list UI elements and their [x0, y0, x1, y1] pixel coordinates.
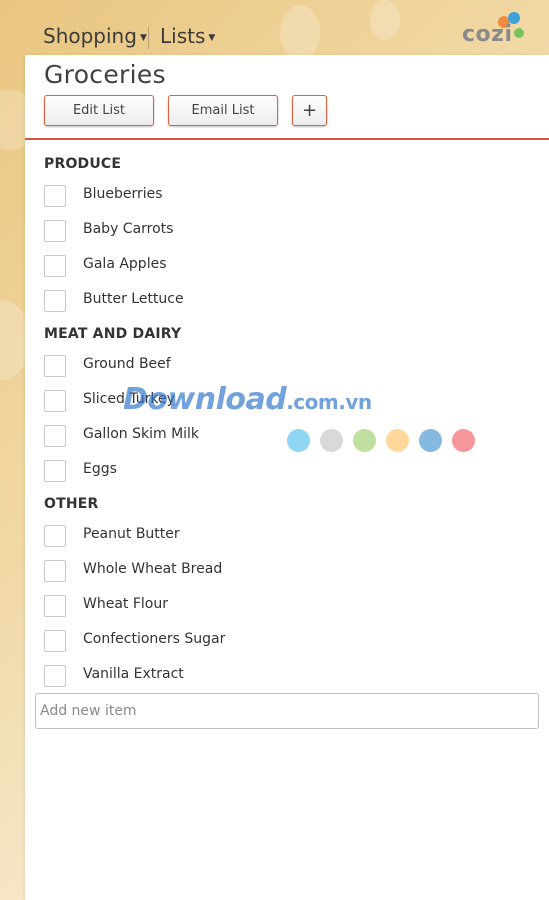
lists-menu[interactable]: Lists ▼ — [160, 24, 215, 48]
item-label: Sliced Turkey — [83, 391, 175, 407]
item-checkbox[interactable] — [44, 220, 66, 242]
add-item-input[interactable] — [35, 693, 539, 729]
item-checkbox[interactable] — [44, 255, 66, 277]
item-label: Eggs — [83, 461, 117, 477]
section-header-meat-and-dairy: MEAT AND DAIRY — [44, 326, 182, 342]
add-button[interactable]: + — [292, 95, 327, 126]
item-checkbox[interactable] — [44, 425, 66, 447]
list-item[interactable]: Wheat Flour — [44, 594, 168, 618]
logo-bubble-green — [514, 28, 524, 38]
item-checkbox[interactable] — [44, 355, 66, 377]
edit-list-button[interactable]: Edit List — [44, 95, 154, 126]
logo-text: cozi — [462, 22, 513, 47]
item-label: Vanilla Extract — [83, 666, 184, 682]
item-checkbox[interactable] — [44, 290, 66, 312]
list-item[interactable]: Gala Apples — [44, 254, 167, 278]
item-checkbox[interactable] — [44, 390, 66, 412]
item-label: Blueberries — [83, 186, 163, 202]
cozi-logo: cozi — [462, 12, 532, 48]
item-label: Ground Beef — [83, 356, 171, 372]
nav-divider — [148, 27, 149, 49]
section-header-produce: PRODUCE — [44, 156, 122, 172]
list-item[interactable]: Blueberries — [44, 184, 163, 208]
top-nav-bar: Shopping ▼ Lists ▼ cozi — [0, 0, 549, 56]
shopping-menu[interactable]: Shopping ▼ — [43, 24, 147, 48]
item-label: Gala Apples — [83, 256, 167, 272]
list-item[interactable]: Butter Lettuce — [44, 289, 184, 313]
item-label: Gallon Skim Milk — [83, 426, 200, 442]
list-item[interactable]: Eggs — [44, 459, 117, 483]
item-checkbox[interactable] — [44, 630, 66, 652]
item-label: Baby Carrots — [83, 221, 174, 237]
list-item[interactable]: Baby Carrots — [44, 219, 173, 243]
section-header-other: OTHER — [44, 496, 99, 512]
item-label: Confectioners Sugar — [83, 631, 226, 647]
list-panel: Groceries Edit List Email List + PRODUCE… — [25, 55, 549, 900]
lists-menu-label: Lists — [160, 24, 206, 48]
item-label: Peanut Butter — [83, 526, 180, 542]
chevron-down-icon: ▼ — [139, 33, 147, 43]
list-item[interactable]: Whole Wheat Bread — [44, 559, 222, 583]
email-list-button[interactable]: Email List — [168, 95, 278, 126]
item-checkbox[interactable] — [44, 460, 66, 482]
list-item[interactable]: Sliced Turkey — [44, 389, 175, 413]
shopping-menu-label: Shopping — [43, 24, 137, 48]
page-title: Groceries — [44, 60, 166, 89]
list-item[interactable]: Confectioners Sugar — [44, 629, 225, 653]
item-label: Butter Lettuce — [83, 291, 184, 307]
item-checkbox[interactable] — [44, 525, 66, 547]
list-item[interactable]: Ground Beef — [44, 354, 171, 378]
item-label: Wheat Flour — [83, 596, 168, 612]
list-item[interactable]: Gallon Skim Milk — [44, 424, 199, 448]
list-item[interactable]: Vanilla Extract — [44, 664, 184, 688]
item-checkbox[interactable] — [44, 665, 66, 687]
item-checkbox[interactable] — [44, 185, 66, 207]
header-divider — [25, 138, 549, 140]
chevron-down-icon: ▼ — [208, 33, 216, 43]
list-item[interactable]: Peanut Butter — [44, 524, 180, 548]
item-checkbox[interactable] — [44, 595, 66, 617]
item-checkbox[interactable] — [44, 560, 66, 582]
item-label: Whole Wheat Bread — [83, 561, 223, 577]
